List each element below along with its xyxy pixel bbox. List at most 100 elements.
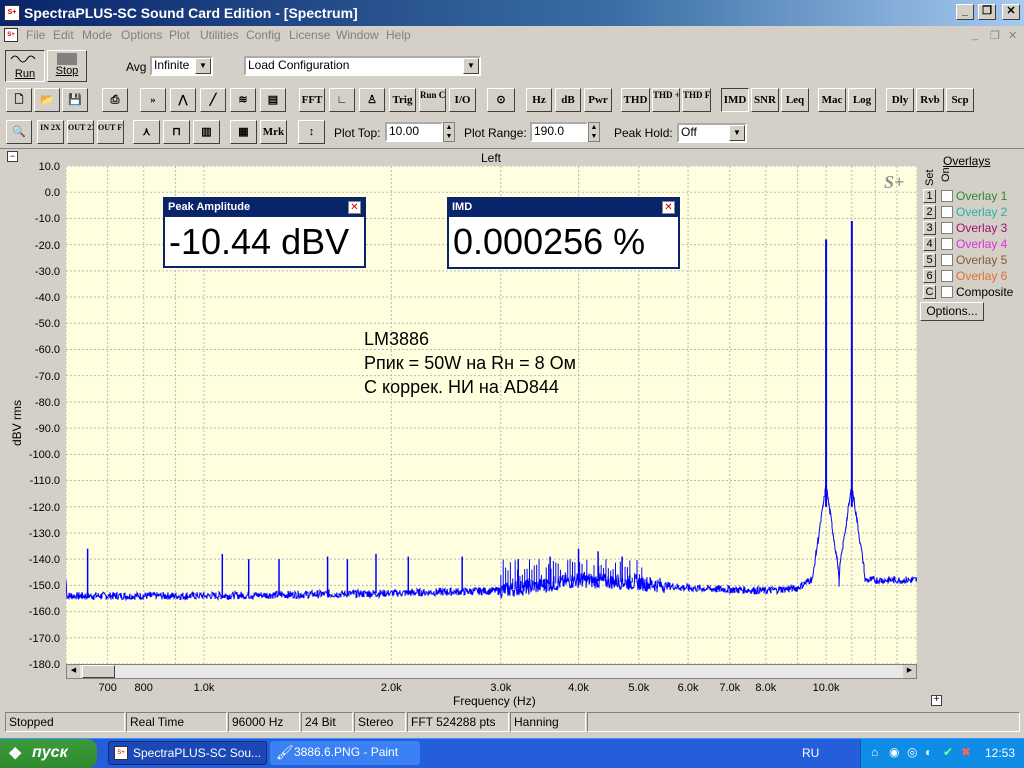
plot-range-spinner-icon[interactable]: ▲ ▼ [588,122,600,142]
close-button[interactable]: ✕ [1002,4,1020,20]
run-ctrl-button[interactable]: Run Ctrl [419,88,446,112]
overlay-set-button[interactable]: C [923,285,936,299]
expand-icon[interactable]: + [931,695,942,706]
overlay-on-checkbox[interactable] [941,238,953,250]
open-folder-icon[interactable]: 📂 [34,88,60,112]
trig-button[interactable]: Trig [389,88,416,112]
thd-freq-button[interactable]: THD Freq [682,88,711,112]
leq-button[interactable]: Leq [781,88,809,112]
mac-button[interactable]: Mac [818,88,846,112]
new-file-icon[interactable]: 🗋 [6,88,32,112]
person-icon[interactable]: ♙ [359,88,385,112]
axis-icon[interactable]: ∟ [329,88,355,112]
io-button[interactable]: I/O [449,88,476,112]
zoom-in-2x-button[interactable]: IN 2X [37,120,64,144]
menu-help[interactable]: Help [386,28,411,42]
imd-button[interactable]: IMD [721,88,749,112]
scroll-right-icon[interactable]: ▶ [903,665,916,678]
menu-utilities[interactable]: Utilities [200,28,239,42]
overlay-on-checkbox[interactable] [941,270,953,282]
zoom-out-2x-button[interactable]: OUT 2X [67,120,94,144]
table-icon[interactable]: ▦ [230,120,257,144]
imd-readout[interactable]: IMD ✕ 0.000256 % [447,197,680,269]
tray-disc-icon[interactable]: ◎ [907,745,917,759]
plot-top-spinner-icon[interactable]: ▲ ▼ [443,122,455,142]
tray-globe-icon[interactable]: ◉ [889,745,899,759]
hz-button[interactable]: Hz [526,88,552,112]
waveform-icon[interactable]: ╱ [200,88,226,112]
overlay-set-button[interactable]: 6 [923,269,936,283]
overlay-on-checkbox[interactable] [941,206,953,218]
avg-select[interactable]: Infinite ▼ [150,56,213,76]
thd-n-button[interactable]: THD +N [652,88,680,112]
overlay-on-checkbox[interactable] [941,286,953,298]
mrk-button[interactable]: Mrk [260,120,287,144]
menu-mode[interactable]: Mode [82,28,112,42]
rvb-button[interactable]: Rvb [916,88,944,112]
fast-forward-icon[interactable]: » [140,88,166,112]
close-icon[interactable]: ✕ [662,201,675,214]
fft-button[interactable]: FFT [299,88,325,112]
overlay-set-button[interactable]: 4 [923,237,936,251]
mdi-restore-icon[interactable]: ❐ [990,29,1000,42]
3d-surface-icon[interactable]: ▤ [260,88,286,112]
peak-amplitude-readout[interactable]: Peak Amplitude ✕ -10.44 dBV [163,197,366,268]
menu-config[interactable]: Config [246,28,281,42]
scroll-left-icon[interactable]: ◀ [67,665,80,678]
signal-generator-icon[interactable]: ⊙ [487,88,515,112]
restore-button[interactable]: ❐ [978,4,996,20]
tray-app-icon[interactable]: ◐ [925,745,932,759]
menu-window[interactable]: Window [336,28,379,42]
tray-check-icon[interactable]: ✔ [943,745,953,759]
peak-hold-select[interactable]: Off ▼ [677,123,747,143]
language-indicator[interactable]: RU [802,746,819,760]
menu-file[interactable]: File [26,28,45,42]
taskbar-item-paint[interactable]: 🖌 3886.6.PNG - Paint [270,741,420,765]
document-icon[interactable]: S+ [4,28,18,42]
spectrum-view-icon[interactable]: ⋀ [170,88,196,112]
db-button[interactable]: dB [555,88,581,112]
menu-edit[interactable]: Edit [53,28,74,42]
scp-button[interactable]: Scp [946,88,974,112]
pwr-button[interactable]: Pwr [584,88,612,112]
start-button[interactable]: ❖ пуск [0,739,97,768]
dly-button[interactable]: Dly [886,88,914,112]
overlay-set-button[interactable]: 3 [923,221,936,235]
scroll-thumb[interactable] [82,665,115,678]
plot-top-input[interactable]: 10.00 [385,122,443,142]
line-plot-icon[interactable]: ⋏ [133,120,160,144]
overlay-on-checkbox[interactable] [941,254,953,266]
vertical-scale-icon[interactable]: ↕ [298,120,325,144]
menu-license[interactable]: License [289,28,330,42]
overlay-on-checkbox[interactable] [941,190,953,202]
menu-plot[interactable]: Plot [169,28,190,42]
horizontal-scrollbar[interactable]: ◀ ▶ [66,664,917,679]
print-icon[interactable]: ⎙ [102,88,128,112]
app-icon[interactable]: S+ [4,5,20,21]
tray-antivirus-icon[interactable]: ✖ [961,745,971,759]
close-icon[interactable]: ✕ [348,201,361,214]
step-plot-icon[interactable]: ⊓ [163,120,190,144]
magnifier-icon[interactable]: 🔍 [6,120,32,144]
stop-button[interactable]: Stop [47,50,87,82]
zoom-out-full-button[interactable]: OUT FULL [97,120,124,144]
tray-network-icon[interactable]: ⌂ [871,745,878,759]
bar-plot-icon[interactable]: ▥ [193,120,220,144]
overlay-options-button[interactable]: Options... [920,302,984,321]
menu-options[interactable]: Options [121,28,162,42]
plot-range-input[interactable]: 190.0 [530,122,588,142]
save-icon[interactable]: 💾 [62,88,88,112]
overlay-set-button[interactable]: 5 [923,253,936,267]
thd-button[interactable]: THD [621,88,650,112]
snr-button[interactable]: SNR [751,88,779,112]
run-button[interactable]: Run [5,50,45,82]
mdi-close-icon[interactable]: ✕ [1008,29,1017,42]
config-select[interactable]: Load Configuration ▼ [244,56,481,76]
mdi-minimize-icon[interactable]: _ [972,29,978,41]
log-button[interactable]: Log [848,88,876,112]
taskbar-item-spectraplus[interactable]: S+ SpectraPLUS-SC Sou... [108,741,267,765]
minimize-button[interactable]: _ [956,4,974,20]
spectrogram-icon[interactable]: ≋ [230,88,256,112]
overlay-set-button[interactable]: 2 [923,205,936,219]
overlay-on-checkbox[interactable] [941,222,953,234]
